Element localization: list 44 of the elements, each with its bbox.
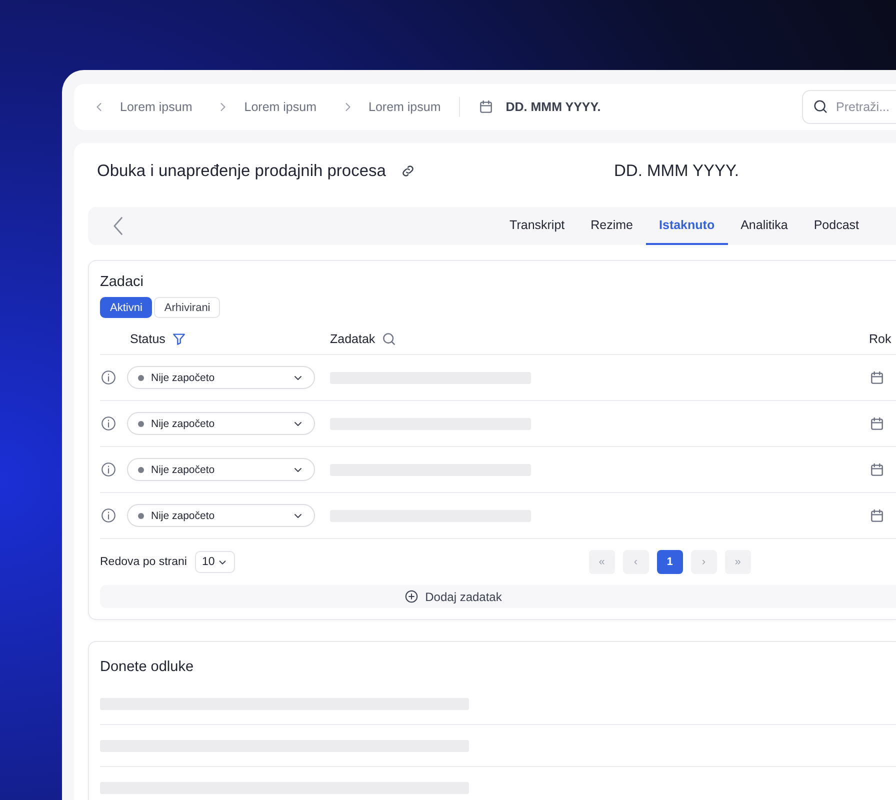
plus-circle-icon (404, 589, 420, 604)
status-dot (138, 374, 144, 380)
filter-tab[interactable]: Aktivni (100, 297, 152, 318)
tab[interactable]: Analitika (728, 207, 801, 245)
status-dropdown[interactable]: Nije započeto (127, 504, 315, 527)
card-title: Donete odluke (100, 658, 195, 676)
filter-tab[interactable]: Arhivirani (154, 297, 220, 318)
tab[interactable]: Podcast (800, 207, 872, 245)
status-dropdown[interactable]: Nije započeto (127, 412, 315, 435)
calendar-icon[interactable] (869, 416, 885, 432)
status-dot (138, 512, 144, 518)
tab[interactable]: Rezime (578, 207, 646, 245)
calendar-icon[interactable] (869, 508, 885, 524)
breadcrumb-date: DD. MMM YYYY. (506, 100, 601, 114)
breadcrumb-link[interactable]: Lorem ipsum (120, 100, 192, 114)
info-icon[interactable] (100, 507, 117, 524)
meeting-date: DD. MMM YYYY. (614, 162, 739, 180)
info-icon[interactable] (100, 461, 117, 478)
tab[interactable]: Istaknuto (646, 207, 728, 245)
status-dropdown[interactable]: Nije započeto (127, 366, 315, 389)
search-field[interactable]: Pretraži... (802, 90, 896, 124)
status-dot (138, 466, 144, 472)
page-size-dropdown[interactable]: 10 (194, 551, 235, 573)
tab[interactable]: Transkript (496, 207, 578, 245)
column-header: Rok (869, 332, 892, 346)
card-title: Zadaci (100, 273, 145, 291)
calendar-icon[interactable] (869, 370, 885, 386)
page-title: Obuka i unapređenje prodajnih procesa (97, 162, 386, 180)
add-task-button[interactable]: Dodaj zadatak (398, 588, 508, 605)
calendar-icon[interactable] (869, 462, 885, 478)
info-icon[interactable] (100, 415, 117, 432)
status-dot (138, 420, 144, 426)
link-icon[interactable] (400, 163, 416, 179)
breadcrumb-link[interactable]: Lorem ipsum (368, 100, 441, 114)
column-header: Zadatak (330, 332, 376, 346)
info-icon[interactable] (100, 369, 117, 386)
rows-per-page-label: Redova po strani (100, 556, 187, 568)
page-button[interactable]: 1 (656, 550, 683, 574)
breadcrumb-link[interactable]: Lorem ipsum (244, 100, 316, 114)
search-icon[interactable] (381, 331, 398, 347)
calendar-icon (478, 99, 494, 115)
status-dropdown[interactable]: Nije započeto (127, 458, 315, 481)
column-header: Status (130, 332, 166, 346)
filter-icon[interactable] (171, 331, 188, 347)
